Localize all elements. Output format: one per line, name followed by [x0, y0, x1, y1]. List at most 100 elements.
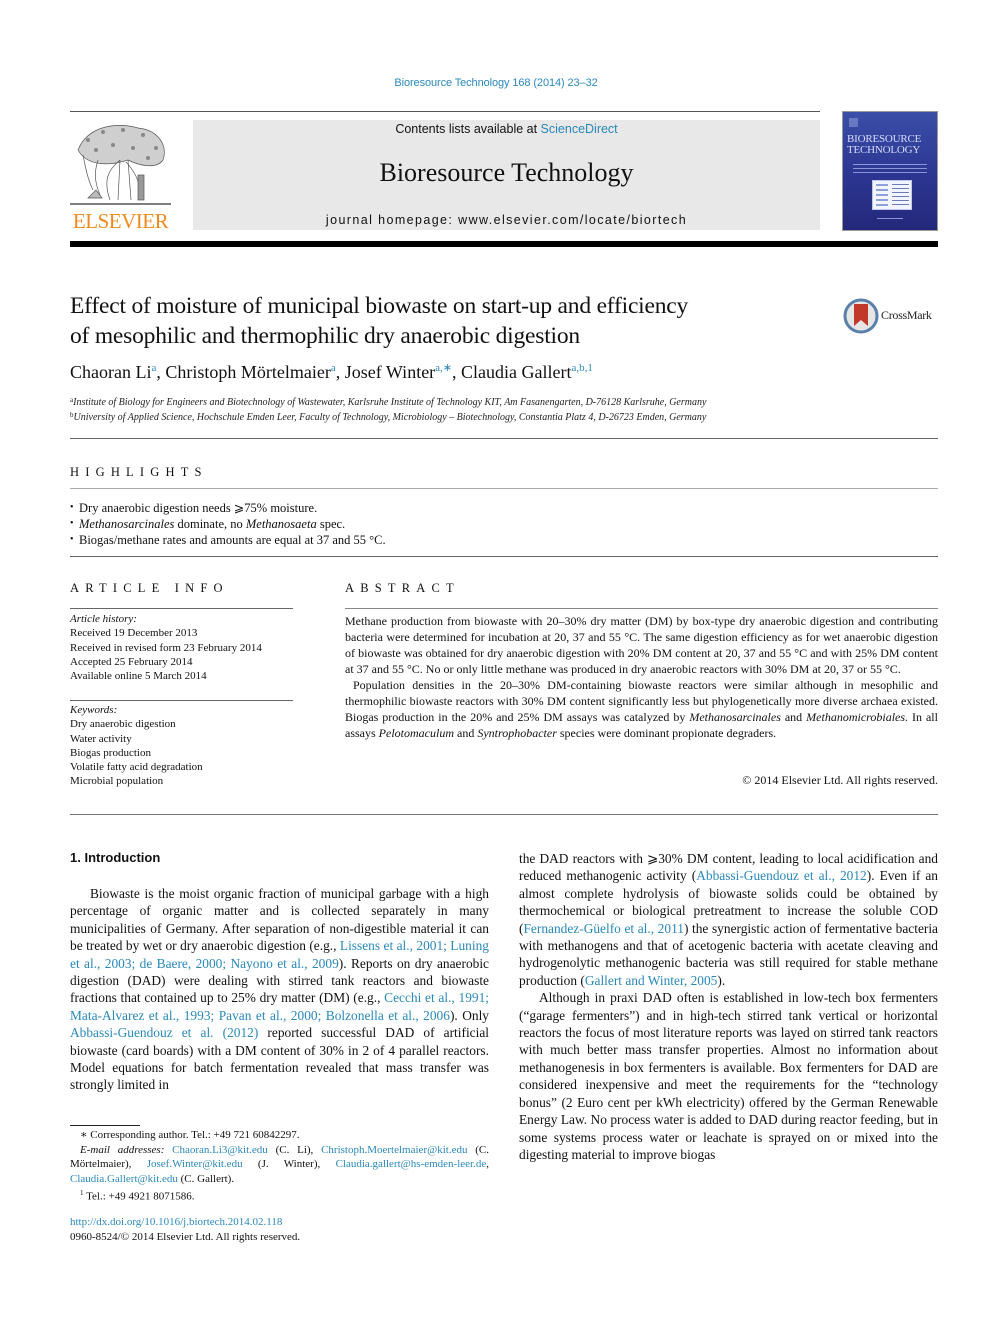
email-owner: (C. Li),	[267, 1143, 322, 1156]
keyword: Water activity	[70, 732, 132, 745]
taxon-name: Methanosarcinales	[79, 517, 175, 531]
header-thick-rule	[70, 241, 938, 247]
keyword: Volatile fatty acid degradation	[70, 761, 203, 774]
highlight-text: dominate, no	[174, 517, 246, 531]
article-history: Article history: Received 19 December 20…	[70, 612, 310, 683]
elsevier-tree-icon	[70, 125, 171, 205]
abstract-paragraph: Methane production from biowaste with 20…	[345, 614, 938, 676]
affiliation-text: Institute of Biology for Engineers and B…	[73, 397, 707, 408]
body-column-right: the DAD reactors with ⩾30% DM content, l…	[519, 850, 938, 1163]
copyright-notice: © 2014 Elsevier Ltd. All rights reserved…	[742, 773, 938, 787]
cover-elsevier-icon	[849, 118, 858, 127]
email-link[interactable]: Christoph.Moertelmaier@kit.edu	[321, 1144, 467, 1156]
citation-link[interactable]: Abbassi-Guendouz et al., 2012	[696, 868, 867, 883]
contents-prefix: Contents lists available at	[395, 122, 541, 136]
abstract-heading: ABSTRACT	[345, 581, 460, 595]
crossmark-label: CrossMark	[881, 308, 932, 322]
divider	[70, 608, 293, 609]
email-link[interactable]: Claudia.gallert@hs-emden-leer.de	[336, 1158, 487, 1170]
email-owner: ,	[486, 1158, 489, 1170]
journal-banner: Contents lists available at ScienceDirec…	[193, 120, 820, 230]
email-link[interactable]: Claudia.Gallert@kit.edu	[70, 1173, 178, 1185]
highlight-text: spec.	[316, 517, 346, 531]
citation-link[interactable]: Abbassi-Guendouz et al. (2012)	[70, 1025, 258, 1040]
crossmark-button[interactable]: CrossMark	[843, 298, 943, 334]
divider	[70, 556, 938, 557]
body-paragraph: the DAD reactors with ⩾30% DM content, l…	[519, 850, 938, 989]
email-addresses: E-mail addresses: Chaoran.Li3@kit.edu (C…	[70, 1143, 489, 1187]
corresponding-author-note: ∗ Corresponding author. Tel.: +49 721 60…	[80, 1129, 300, 1141]
body-text: ). Only	[449, 1007, 489, 1023]
article-title: Effect of moisture of municipal biowaste…	[70, 291, 810, 351]
footnote-mark: 1	[80, 1189, 84, 1197]
author-affiliation-mark[interactable]: a	[331, 362, 336, 374]
footnote-1: 1 Tel.: +49 4921 8071586.	[70, 1186, 489, 1204]
citation-link[interactable]: Fernandez-Güelfo et al., 2011	[523, 921, 684, 936]
author-affiliation-mark[interactable]: a	[151, 362, 156, 374]
affiliations: aInstitute of Biology for Engineers and …	[70, 395, 940, 425]
highlight-item: Methanosarcinales dominate, no Methanosa…	[70, 516, 938, 532]
cover-text-line	[853, 164, 927, 165]
elsevier-wordmark: ELSEVIER	[72, 209, 169, 233]
article-title-line2: of mesophilic and thermophilic dry anaer…	[70, 323, 580, 349]
elsevier-logo[interactable]: ELSEVIER	[68, 120, 173, 232]
history-item: Received 19 December 2013	[70, 627, 198, 640]
footnote-text: Tel.: +49 4921 8071586.	[86, 1190, 195, 1203]
abstract-body: Methane production from biowaste with 20…	[345, 613, 938, 741]
journal-homepage[interactable]: journal homepage: www.elsevier.com/locat…	[193, 213, 820, 227]
cover-title-line2: TECHNOLOGY	[847, 144, 921, 156]
author: Christoph Mörtelmaier	[165, 362, 331, 382]
journal-cover-thumbnail[interactable]: BIORESOURCE TECHNOLOGY	[842, 111, 938, 231]
divider	[70, 488, 938, 489]
keywords: Keywords: Dry anaerobic digestion Water …	[70, 703, 310, 789]
email-link[interactable]: Josef.Winter@kit.edu	[147, 1158, 243, 1170]
taxon-name: Pelotomaculum	[378, 726, 454, 740]
body-paragraph: Although in praxi DAD often is establish…	[519, 990, 938, 1162]
cover-title: BIORESOURCE TECHNOLOGY	[847, 134, 933, 156]
divider	[345, 608, 938, 609]
highlights-heading: HIGHLIGHTS	[70, 465, 208, 479]
history-item: Accepted 25 February 2014	[70, 655, 193, 668]
article-info-heading: ARTICLE INFO	[70, 581, 229, 595]
doi-link[interactable]: http://dx.doi.org/10.1016/j.biortech.201…	[70, 1216, 282, 1228]
section-heading-introduction: 1. Introduction	[70, 850, 161, 865]
cover-figure	[872, 180, 912, 210]
abstract-text: species were dominant propionate degrade…	[556, 726, 777, 740]
body-paragraph: Biowaste is the moist organic fraction o…	[70, 885, 489, 1094]
email-owner: (C. Gallert).	[177, 1172, 235, 1185]
keyword: Microbial population	[70, 775, 164, 788]
author-affiliation-mark[interactable]: a,b,1	[572, 362, 593, 374]
email-link[interactable]: Chaoran.Li3@kit.edu	[172, 1144, 268, 1156]
highlight-item: Dry anaerobic digestion needs ⩾75% moist…	[70, 500, 938, 516]
sciencedirect-link[interactable]: ScienceDirect	[541, 122, 618, 136]
highlights-list: Dry anaerobic digestion needs ⩾75% moist…	[70, 500, 938, 548]
affiliation: bUniversity of Applied Science, Hochschu…	[70, 410, 940, 425]
journal-reference-link[interactable]: Bioresource Technology 168 (2014) 23–32	[0, 77, 992, 89]
cover-text-line	[853, 172, 927, 173]
body-column-left: Biowaste is the moist organic fraction o…	[70, 885, 489, 1094]
abstract-paragraph: Population densities in the 20–30% DM-co…	[345, 677, 938, 741]
keyword: Biogas production	[70, 746, 151, 759]
taxon-name: Methanomicrobiales	[806, 710, 906, 724]
email-label: E-mail addresses:	[80, 1143, 165, 1156]
highlight-item: Biogas/methane rates and amounts are equ…	[70, 532, 938, 548]
history-item: Available online 5 March 2014	[70, 670, 207, 683]
body-text: ).	[717, 972, 726, 988]
footnotes: ∗ Corresponding author. Tel.: +49 721 60…	[70, 1128, 489, 1204]
abstract-text: and	[780, 710, 807, 724]
history-label: Article history:	[70, 613, 137, 625]
journal-title: Bioresource Technology	[379, 158, 634, 187]
issn-copyright: 0960-8524/© 2014 Elsevier Ltd. All right…	[70, 1231, 301, 1243]
header-rule	[70, 111, 820, 112]
divider	[70, 814, 938, 815]
keywords-label: Keywords:	[70, 704, 118, 716]
author-affiliation-mark[interactable]: a,∗	[435, 362, 452, 374]
article-title-line1: Effect of moisture of municipal biowaste…	[70, 293, 689, 319]
divider	[70, 438, 938, 439]
keyword: Dry anaerobic digestion	[70, 718, 176, 731]
taxon-name: Methanosarcinales	[689, 710, 781, 724]
abstract-text: and	[454, 726, 478, 740]
footnote-rule	[70, 1125, 140, 1126]
taxon-name: Syntrophobacter	[477, 726, 557, 740]
citation-link[interactable]: Gallert and Winter, 2005	[585, 973, 718, 988]
